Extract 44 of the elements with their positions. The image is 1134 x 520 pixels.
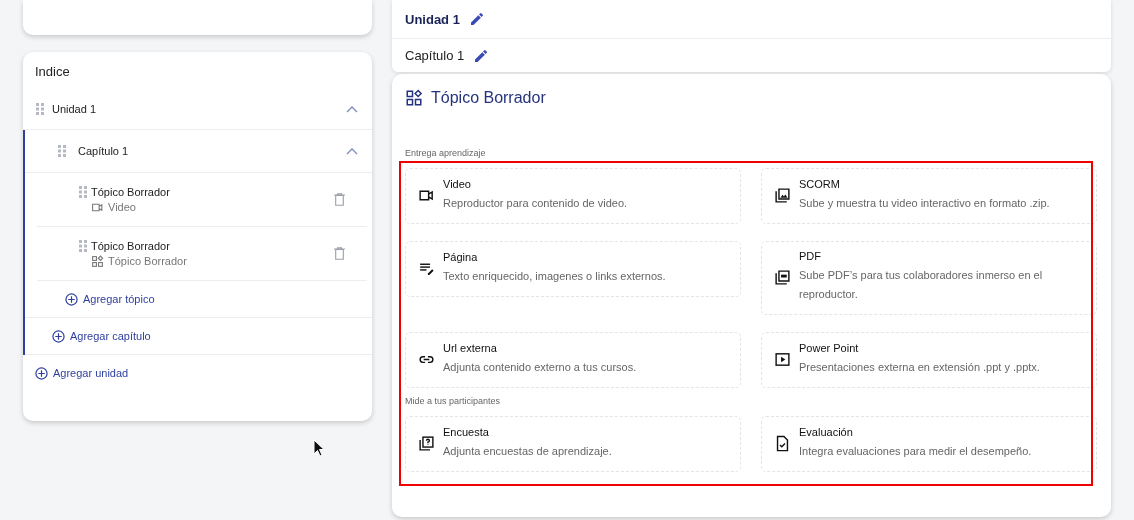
play-slide-icon bbox=[774, 350, 791, 368]
content-type-option[interactable]: Encuesta Adjunta encuestas de aprendizaje. bbox=[405, 416, 741, 472]
add-circle-icon bbox=[35, 366, 48, 380]
drag-handle-icon[interactable] bbox=[79, 185, 87, 198]
section-label: Mide a tus participantes bbox=[404, 396, 502, 408]
chevron-up-icon[interactable] bbox=[346, 104, 358, 113]
edit-pencil-icon[interactable] bbox=[468, 11, 485, 27]
unit-title: Unidad 1 bbox=[405, 11, 460, 27]
trash-icon[interactable] bbox=[334, 193, 345, 206]
chapter-item[interactable]: Capítulo 1 bbox=[78, 145, 334, 157]
widgets-icon bbox=[405, 89, 423, 107]
content-type-option[interactable]: Página Texto enriquecido, imagenes o links externos. bbox=[405, 241, 741, 297]
document-check-icon bbox=[774, 434, 791, 452]
pdf-stack-icon bbox=[774, 268, 791, 286]
unit-item[interactable]: Unidad 1 bbox=[52, 102, 338, 115]
topic-type: Tópico Borrador bbox=[108, 255, 187, 267]
image-stack-icon bbox=[774, 186, 791, 204]
content-type-option[interactable]: Power Point Presentaciones externa en extensión .ppt y .pptx. bbox=[761, 332, 1097, 388]
add-chapter-link[interactable]: Agregar capítulo bbox=[70, 330, 151, 342]
drag-handle-icon[interactable] bbox=[36, 102, 44, 115]
widgets-icon bbox=[91, 254, 104, 268]
add-unit-link[interactable]: Agregar unidad bbox=[53, 367, 129, 379]
chapter-title: Capítulo 1 bbox=[405, 48, 465, 63]
edit-pencil-icon[interactable] bbox=[473, 47, 490, 64]
question-stack-icon bbox=[418, 434, 435, 452]
add-circle-icon bbox=[52, 329, 65, 343]
topic-item[interactable]: Tópico Borrador bbox=[91, 185, 170, 198]
add-circle-icon bbox=[65, 292, 78, 306]
chevron-up-icon[interactable] bbox=[346, 147, 358, 155]
topic-type: Video bbox=[108, 201, 136, 213]
add-topic-link[interactable]: Agregar tópico bbox=[83, 293, 155, 305]
drag-handle-icon[interactable] bbox=[58, 145, 66, 157]
content-type-option[interactable]: Video Reproductor para contenido de video. bbox=[405, 168, 741, 224]
trash-icon[interactable] bbox=[334, 247, 345, 260]
mouse-cursor-icon bbox=[313, 439, 324, 457]
content-type-option[interactable]: Evaluación Integra evaluaciones para medir el desempeño. bbox=[761, 416, 1097, 472]
drag-handle-icon[interactable] bbox=[79, 239, 87, 252]
section-label: Entrega aprendizaje bbox=[404, 148, 487, 160]
content-type-option[interactable]: SCORM Sube y muestra tu video interactivo en formato .zip. bbox=[761, 168, 1097, 224]
topic-title: Tópico Borrador bbox=[431, 89, 546, 107]
topic-item[interactable]: Tópico Borrador bbox=[91, 239, 170, 252]
panel-title: Indice bbox=[34, 63, 71, 81]
content-type-option[interactable]: Url externa Adjunta contenido externo a tus cursos. bbox=[405, 332, 741, 388]
content-type-option[interactable]: PDF Sube PDF’s para tus colaboradores inmerso en el reproductor. bbox=[761, 241, 1097, 315]
